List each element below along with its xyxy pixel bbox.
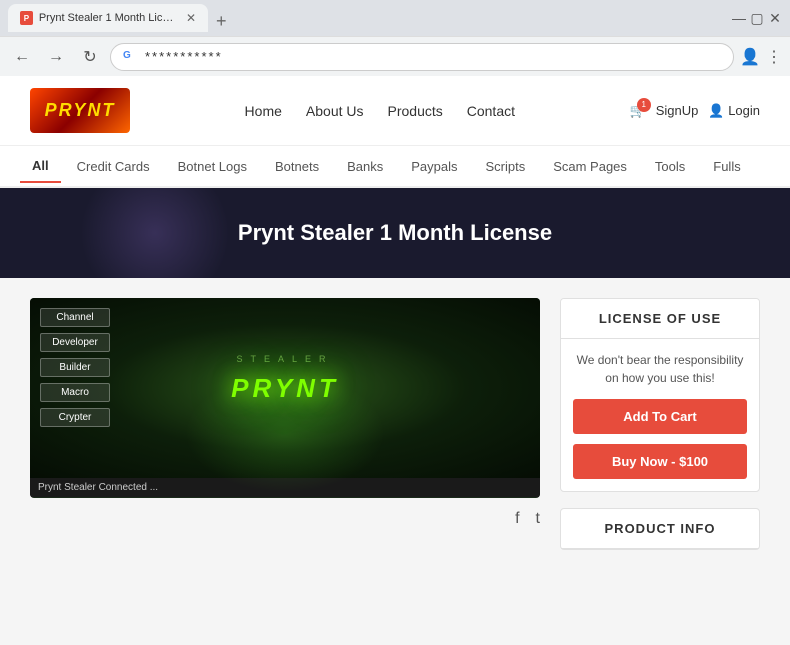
license-header: LICENSE OF USE bbox=[561, 299, 759, 339]
product-image: Channel Developer Builder Macro Crypter … bbox=[30, 298, 540, 478]
login-link[interactable]: 👤 Login bbox=[708, 103, 760, 119]
product-image-box: Channel Developer Builder Macro Crypter … bbox=[30, 298, 540, 498]
cat-banks[interactable]: Banks bbox=[335, 151, 395, 182]
google-icon: G bbox=[123, 50, 137, 64]
cat-scripts[interactable]: Scripts bbox=[473, 151, 537, 182]
forward-button[interactable]: → bbox=[42, 43, 70, 71]
window-controls: — ▢ ✕ bbox=[732, 11, 782, 25]
cat-fulls[interactable]: Fulls bbox=[701, 151, 752, 182]
close-button[interactable]: ✕ bbox=[768, 11, 782, 25]
nav-contact[interactable]: Contact bbox=[467, 103, 515, 119]
profile-icon[interactable]: 👤 bbox=[740, 47, 760, 67]
license-body: We don't bear the responsibility on how … bbox=[561, 339, 759, 399]
title-bar: P Prynt Stealer 1 Month License ✕ + — ▢ … bbox=[0, 0, 790, 36]
auth-area: 🛒 1 SignUp 👤 Login bbox=[630, 103, 760, 119]
hero-title: Prynt Stealer 1 Month License bbox=[238, 220, 552, 246]
license-box: LICENSE OF USE We don't bear the respons… bbox=[560, 298, 760, 492]
browser-chrome: P Prynt Stealer 1 Month License ✕ + — ▢ … bbox=[0, 0, 790, 76]
twitter-icon[interactable]: t bbox=[536, 510, 540, 528]
facebook-icon[interactable]: f bbox=[515, 510, 519, 528]
browser-menu-icon[interactable]: ⋮ bbox=[766, 47, 782, 67]
add-to-cart-button[interactable]: Add To Cart bbox=[573, 399, 747, 434]
cat-tools[interactable]: Tools bbox=[643, 151, 697, 182]
sidebar-btn-macro[interactable]: Macro bbox=[40, 383, 110, 402]
cart-icon[interactable]: 🛒 1 bbox=[630, 103, 646, 119]
browser-toolbar: ← → ↻ G *********** 👤 ⋮ bbox=[0, 36, 790, 76]
address-bar[interactable]: G *********** bbox=[110, 43, 734, 71]
cat-botnet-logs[interactable]: Botnet Logs bbox=[166, 151, 259, 182]
product-info-box: PRODUCT INFO bbox=[560, 508, 760, 550]
sidebar-btn-builder[interactable]: Builder bbox=[40, 358, 110, 377]
close-tab-button[interactable]: ✕ bbox=[186, 11, 196, 25]
minimize-button[interactable]: — bbox=[732, 11, 746, 25]
product-right: LICENSE OF USE We don't bear the respons… bbox=[560, 298, 760, 645]
site-wrapper: PRYNT Home About Us Products Contact 🛒 1… bbox=[0, 76, 790, 645]
cat-botnets[interactable]: Botnets bbox=[263, 151, 331, 182]
sidebar-btn-crypter[interactable]: Crypter bbox=[40, 408, 110, 427]
social-icons: f t bbox=[30, 498, 540, 540]
nav-about[interactable]: About Us bbox=[306, 103, 364, 119]
sidebar-buttons: Channel Developer Builder Macro Crypter bbox=[40, 308, 110, 427]
nav-products[interactable]: Products bbox=[388, 103, 443, 119]
category-bar: All Credit Cards Botnet Logs Botnets Ban… bbox=[0, 146, 790, 188]
tab-title: Prynt Stealer 1 Month License bbox=[39, 12, 174, 24]
sidebar-btn-developer[interactable]: Developer bbox=[40, 333, 110, 352]
cat-all[interactable]: All bbox=[20, 150, 61, 183]
product-sub-text: STEALER bbox=[236, 354, 333, 364]
hero-banner: Prynt Stealer 1 Month License bbox=[0, 188, 790, 278]
main-nav: Home About Us Products Contact bbox=[245, 103, 515, 119]
address-text: *********** bbox=[145, 49, 721, 64]
browser-tab[interactable]: P Prynt Stealer 1 Month License ✕ bbox=[8, 4, 208, 32]
content-area: Channel Developer Builder Macro Crypter … bbox=[0, 278, 790, 645]
cat-paypals[interactable]: Paypals bbox=[399, 151, 469, 182]
product-info-header: PRODUCT INFO bbox=[561, 509, 759, 549]
tab-favicon: P bbox=[20, 11, 33, 25]
product-logo-text: PRYNT bbox=[231, 373, 339, 404]
new-tab-button[interactable]: + bbox=[208, 11, 235, 32]
reload-button[interactable]: ↻ bbox=[76, 43, 104, 71]
maximize-button[interactable]: ▢ bbox=[750, 11, 764, 25]
back-button[interactable]: ← bbox=[8, 43, 36, 71]
site-header: PRYNT Home About Us Products Contact 🛒 1… bbox=[0, 76, 790, 146]
nav-home[interactable]: Home bbox=[245, 103, 282, 119]
cat-credit-cards[interactable]: Credit Cards bbox=[65, 151, 162, 182]
product-left: Channel Developer Builder Macro Crypter … bbox=[30, 298, 540, 645]
sidebar-btn-channel[interactable]: Channel bbox=[40, 308, 110, 327]
signup-link[interactable]: SignUp bbox=[656, 103, 699, 118]
site-logo[interactable]: PRYNT bbox=[30, 88, 130, 133]
cart-badge: 1 bbox=[637, 98, 651, 112]
cat-scam-pages[interactable]: Scam Pages bbox=[541, 151, 639, 182]
buy-now-button[interactable]: Buy Now - $100 bbox=[573, 444, 747, 479]
